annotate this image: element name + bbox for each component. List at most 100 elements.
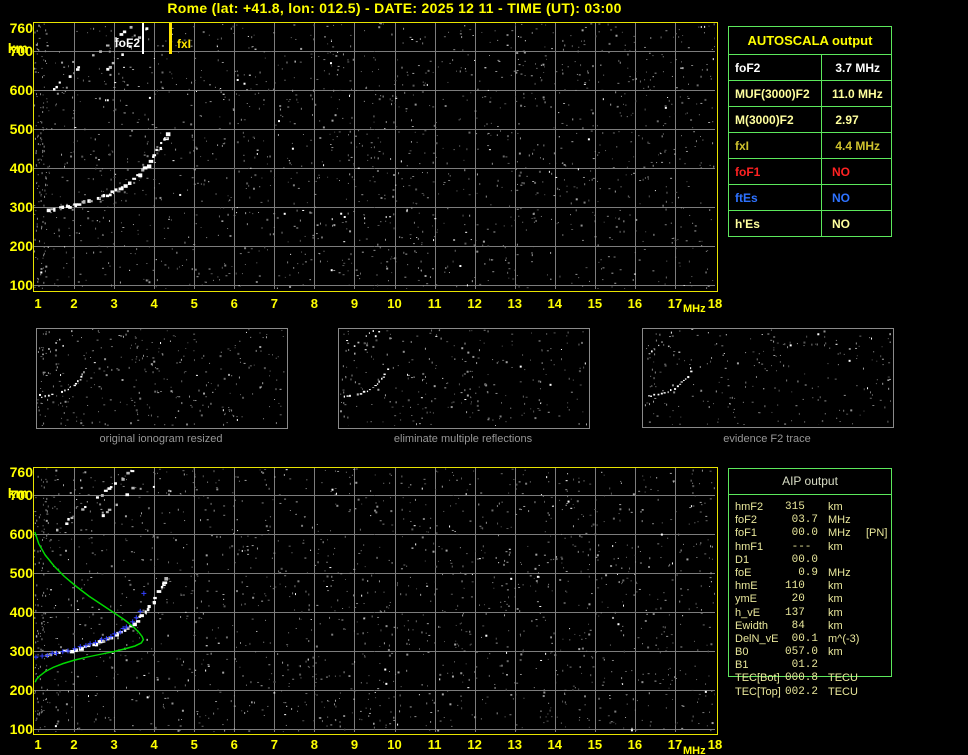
thumbnail-caption-evidence: evidence F2 trace — [723, 433, 811, 445]
aip-row: DelN_vE 00.1 m^(-3) — [728, 633, 898, 646]
aip-row-label: TEC[Bot] — [735, 672, 780, 685]
aip-row-value: 315 — [785, 501, 805, 513]
ionogram-canvas-bottom — [34, 468, 715, 732]
x-tick-label: 16 — [627, 296, 643, 311]
aip-row-label: foE — [735, 566, 752, 579]
aip-row: TEC[Bot] 000.8 TECU — [728, 672, 898, 685]
aip-row-value: --- — [785, 540, 812, 553]
autoscala-row: ftEs NO — [729, 185, 891, 211]
thumbnail-caption-eliminate: eliminate multiple reflections — [393, 433, 533, 445]
x-tick-label: 1 — [34, 296, 42, 311]
x-tick-label: 4 — [150, 737, 158, 752]
x-tick-label: 16 — [627, 737, 643, 752]
aip-row: hmE 110 km — [728, 580, 898, 593]
x-tick-label: 14 — [547, 296, 562, 311]
y-tick-label: 200 — [9, 682, 33, 699]
aip-row: TEC[Top] 002.2 TECU — [728, 686, 898, 699]
aip-row-label: h_vE — [735, 606, 761, 619]
x-tick-label: 15 — [587, 296, 603, 311]
aip-row-value: 110 — [785, 580, 805, 593]
aip-row: B0 057.0 km — [728, 646, 898, 659]
x-tick-label: 5 — [190, 296, 198, 311]
aip-row: B1 01.2 — [728, 659, 898, 672]
aip-row: h_vE 137 km — [728, 607, 898, 620]
aip-row-label: foF1 — [735, 527, 758, 540]
aip-row-label: B0 — [735, 646, 749, 659]
aip-row: foF2 03.7 MHz — [728, 514, 898, 527]
aip-row-label: foF2 — [735, 514, 758, 527]
aip-row-value: 137 — [785, 606, 805, 619]
y-tick-label: 100 — [9, 721, 33, 738]
x-tick-label: 13 — [507, 737, 522, 752]
y-tick-label: 100 — [9, 277, 33, 294]
autoscala-row: M(3000)F2 2.97 — [729, 107, 891, 133]
aip-row-unit: TECU — [828, 685, 858, 698]
x-tick-label: 18 — [707, 737, 723, 752]
aip-row-unit: km — [828, 580, 843, 593]
autoscala-row: foF2 3.7 MHz — [729, 55, 891, 81]
autoscala-row-value: 3.7 MHz — [832, 60, 881, 75]
y-tick-label: 760 — [9, 464, 33, 480]
aip-row-unit: MHz — [828, 566, 851, 579]
x-tick-label: 6 — [230, 737, 238, 752]
aip-table-rows: hmF2 315 km foF2 03.7 MHz foF1 00.0 MHz [PN] hmF… — [728, 501, 898, 699]
y-axis-unit-label: km — [7, 485, 28, 501]
x-tick-label: 12 — [467, 296, 482, 311]
autoscala-row-label: foF2 — [729, 55, 822, 80]
autoscala-row-label: fxI — [729, 133, 822, 158]
aip-row: hmF1 --- km — [728, 541, 898, 554]
x-tick-label: 12 — [467, 737, 482, 752]
x-tick-label: 18 — [707, 296, 723, 311]
aip-row: ymE 20 km — [728, 593, 898, 606]
autoscala-row-label: foF1 — [729, 159, 822, 184]
autoscala-row-label: ftEs — [729, 185, 822, 210]
fxI-marker-line — [169, 23, 172, 54]
autoscala-row-value: NO — [832, 216, 850, 231]
x-tick-label: 13 — [507, 296, 522, 311]
autoscala-row-label: h'Es — [729, 211, 822, 236]
aip-row-label: D1 — [735, 553, 750, 566]
aip-row-value: 057.0 — [785, 646, 819, 659]
aip-table-header: AIP output — [729, 469, 891, 495]
aip-row-value: 00.0 — [785, 553, 819, 566]
aip-row-value: 01.2 — [785, 659, 819, 672]
y-tick-label: 500 — [9, 565, 33, 582]
x-tick-label: 6 — [230, 296, 238, 311]
x-tick-label: 9 — [350, 737, 359, 752]
y-tick-label: 300 — [9, 643, 33, 660]
y-axis-unit-label: km — [7, 40, 28, 56]
ionogram-canvas-top — [34, 23, 715, 289]
x-tick-label: 7 — [270, 296, 278, 311]
aip-row-value: 84 — [785, 619, 805, 632]
aip-row-unit: km — [828, 501, 843, 513]
foF2-marker-line — [142, 23, 144, 54]
aip-row-value: 03.7 — [785, 514, 819, 527]
aip-row-label: hmF2 — [735, 501, 764, 513]
x-tick-label: 8 — [310, 737, 319, 752]
aip-row-value: 00.0 — [785, 527, 819, 540]
y-tick-label: 600 — [9, 82, 33, 99]
x-tick-label: 9 — [350, 296, 359, 311]
aip-row-label: TEC[Top] — [735, 685, 781, 698]
autoscala-table-rows: foF2 3.7 MHz MUF(3000)F2 11.0 MHz M(3000)F2… — [729, 55, 891, 236]
aip-row-unit: MHz — [828, 527, 851, 540]
aip-row: D1 00.0 — [728, 554, 898, 567]
y-tick-label: 400 — [9, 160, 33, 177]
aip-row-unit: MHz — [828, 514, 851, 527]
autoscala-row: MUF(3000)F2 11.0 MHz — [729, 81, 891, 107]
y-tick-label: 600 — [9, 526, 33, 543]
autoscala-row: foF1 NO — [729, 159, 891, 185]
thumbnail-caption-original: original ionogram resized — [99, 433, 223, 445]
x-tick-label: 2 — [70, 737, 78, 752]
x-tick-label: 14 — [547, 737, 562, 752]
y-tick-label: 760 — [9, 20, 33, 36]
aip-row-label: ymE — [735, 593, 757, 606]
x-axis-unit-label: MHz — [683, 303, 706, 315]
aip-row-value: 000.8 — [785, 672, 819, 685]
aip-row-label: B1 — [735, 659, 749, 672]
fxI-marker-label: fxI — [177, 37, 192, 51]
aip-row-label: DelN_vE — [735, 632, 779, 645]
aip-row: hmF2 315 km — [728, 501, 898, 514]
aip-row-unit: km — [828, 606, 843, 619]
autoscala-row-value: NO — [832, 190, 850, 205]
